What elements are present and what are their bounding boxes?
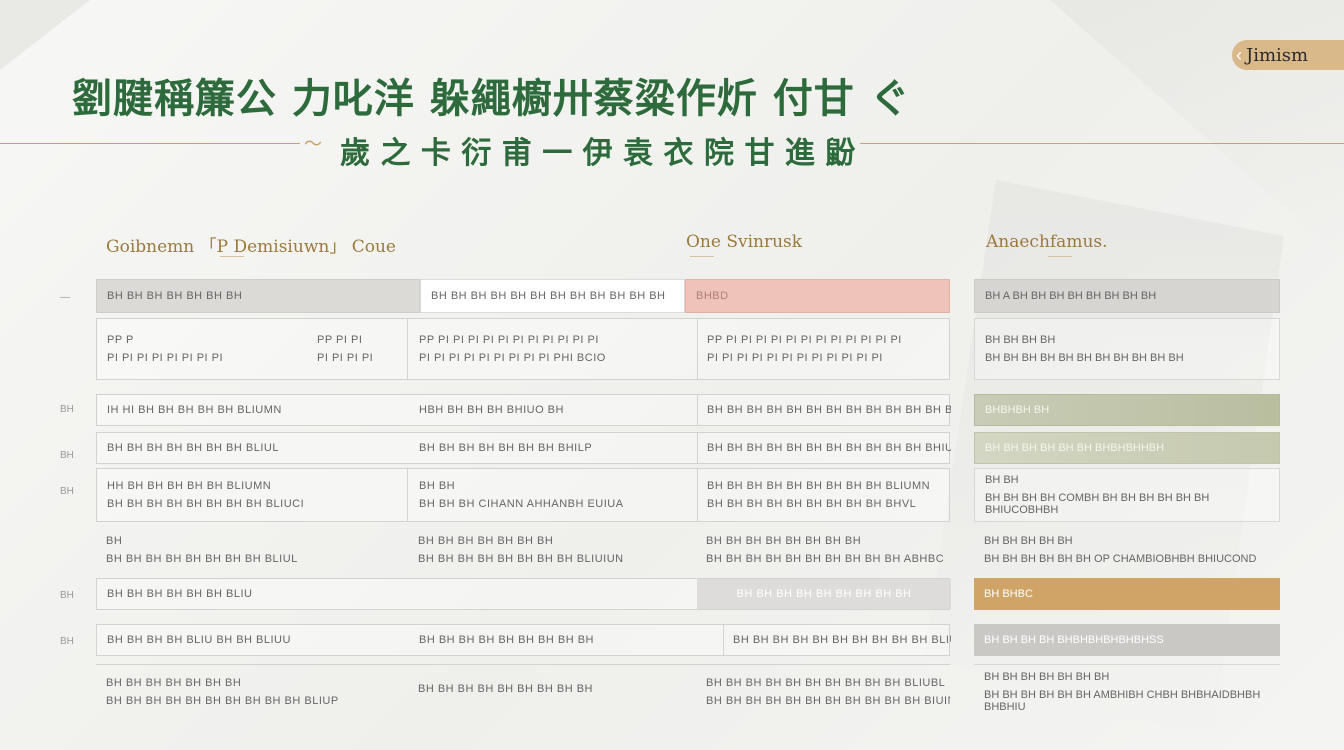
subtitle-row: 〜 歲 之 卡 衍 甫 一 伊 袁 衣 院 甘 進 鼢 — [0, 126, 1344, 171]
table-cell: BH BH BH BH BH BH BH BH BH — [697, 579, 951, 609]
table-cell: BH BH BH BH BH BH BH BH BH BH BLIUIN — [733, 634, 951, 646]
side-panel-header[interactable]: BH A BH BH BH BH BH BH BH BH — [974, 279, 1280, 313]
column-title-right: Anaechfamus. — [986, 232, 1108, 252]
table-row[interactable]: BH BH BH BH BH BH BLIU BH BH BH BH BH BH… — [96, 578, 951, 610]
page-title: 劉腱稱簾公 力叱洋 躲繩櫥卅蔡粱作炘 付甘 ぐ — [72, 75, 911, 122]
table-cell: HH BH BH BH BH BH BLIUMN BH BH BH BH BH B… — [107, 480, 305, 510]
table-row[interactable]: BH BH BH BH BH BH BH BLIUL BH BH BH BH B… — [96, 432, 951, 464]
table-cell: BH BH BH BH BH BH BH BH BH — [419, 634, 594, 646]
row-marker: BH — [60, 636, 74, 647]
divider — [860, 143, 1344, 144]
brand-tab[interactable]: ‹ Jimism — [1232, 40, 1344, 70]
table-header-cell: BH BH BH BH BH BH BH BH BH BH BH BH — [420, 279, 685, 313]
table-row[interactable]: HH BH BH BH BH BH BLIUMN BH BH BH BH BH B… — [96, 468, 950, 522]
table-row[interactable]: IH HI BH BH BH BH BH BLIUMN HBH BH BH BH… — [96, 394, 951, 426]
table-cell: BH BH BH BH BLIU BH BH BLIUU — [107, 634, 291, 646]
table-cell: BH BH BH BH BH BH BLIU — [107, 588, 253, 600]
brand-label: Jimism — [1246, 44, 1309, 66]
divider — [0, 143, 300, 144]
table-cell: BH BH BH BH BH BH BH BH BH — [418, 682, 593, 695]
table-cell: BH BH BH BH BH BH BH BH BH BH BH BH BH BH… — [706, 535, 945, 565]
table-cell: BH BH BH BH BH BH BH BH BH BH BH BH BH BH… — [418, 535, 624, 565]
background-shape — [0, 0, 90, 70]
table-row[interactable]: BH BH BH BH BH BH BH BH BH BLIUL BH BH BH… — [96, 528, 950, 572]
side-panel-item[interactable]: BH BH BH BH BH BH BH BH BH BH BH BH BH BH… — [974, 318, 1280, 380]
table-header-cell: BH BH BH BH BH BH BH — [96, 279, 420, 313]
table-cell: BH BH BH BH BH CIHANN AHHANBH EUIUA — [419, 480, 624, 510]
table-row[interactable]: BH BH BH BH BH BH BH BH BH BH BH BH BH BH… — [96, 664, 950, 718]
row-marker: BH — [60, 590, 74, 601]
table-cell: PP PI PI PI PI PI PI PI PI PI PI PI PI PI… — [707, 334, 902, 364]
row-marker: BH — [60, 404, 74, 415]
column-divider — [407, 319, 408, 379]
column-underline — [690, 256, 714, 261]
table-cell: BH BH BH BH BH BH BH BH BH BH BH BH BH — [707, 404, 951, 416]
table-cell: BH BH BH BH BH BH BH BH BH BLIUL — [106, 535, 298, 565]
column-divider — [407, 469, 408, 521]
table-cell: PP PI PI PI PI PI PI — [317, 334, 374, 364]
row-marker: — — [60, 292, 70, 303]
table-cell: PP P PI PI PI PI PI PI PI PI — [107, 334, 224, 364]
table-cell: PP PI PI PI PI PI PI PI PI PI PI PI PI PI… — [419, 334, 606, 364]
page-subtitle: 歲 之 卡 衍 甫 一 伊 袁 衣 院 甘 進 鼢 — [340, 136, 856, 171]
column-underline — [220, 256, 244, 261]
chevron-left-icon: ‹ — [1236, 44, 1242, 65]
side-panel-item[interactable]: BH BHBC — [974, 578, 1280, 610]
side-panel-item[interactable]: BH BH BH BH BH BH BH BH BH BH BH BH BH AM… — [974, 664, 1280, 718]
table-cell: HBH BH BH BH BHIUO BH — [419, 404, 564, 416]
table-cell: IH HI BH BH BH BH BH BLIUMN — [107, 404, 282, 416]
table-cell: BH BH BH BH BH BH BH BH BH BH BH BHIUMK — [707, 442, 951, 454]
table-cell: BH BH BH BH BH BH BH BHILP — [419, 442, 593, 454]
ornament-icon: 〜 — [304, 134, 322, 154]
side-panel-item[interactable]: BH BH BH BH BH BH BH BH BH BH BH OP CHAMB… — [974, 528, 1280, 572]
table-cell: BH BH BH BH BH BH BH BH BH BLIUMN BH BH B… — [707, 480, 931, 510]
table-row[interactable]: PP P PI PI PI PI PI PI PI PI PP PI PI PI P… — [96, 318, 950, 380]
side-panel-item[interactable]: BH BH BH BH BH BH COMBH BH BH BH BH BH BH… — [974, 468, 1280, 522]
side-panel-item[interactable]: BH BH BH BH BH BH BHBHBHHBH — [974, 432, 1280, 464]
row-marker: BH — [60, 450, 74, 461]
column-title-left: Goibnemn 「P Demisiuwn」 Coue — [106, 237, 396, 257]
table-header-row: BH BH BH BH BH BH BH BH BH BH BH BH BH B… — [96, 279, 950, 313]
table-header-cell: BHBD — [685, 279, 950, 313]
side-panel-item[interactable]: BHBHBH BH — [974, 394, 1280, 426]
side-panel-item[interactable]: BH BH BH BH BHBHBHBHBHBHSS — [974, 624, 1280, 656]
column-title-middle: One Svinrusk — [686, 232, 803, 252]
table-cell: BH BH BH BH BH BH BH BH BH BH BLIUBL BH B… — [706, 676, 950, 707]
table-row[interactable]: BH BH BH BH BLIU BH BH BLIUU BH BH BH BH… — [96, 624, 951, 656]
table-cell: BH BH BH BH BH BH BH BH BH BH BH BH BH BH… — [106, 676, 339, 707]
table-cell: BH BH BH BH BH BH BH BLIUL — [107, 442, 279, 454]
row-marker: BH — [60, 486, 74, 497]
column-underline — [1048, 256, 1072, 261]
